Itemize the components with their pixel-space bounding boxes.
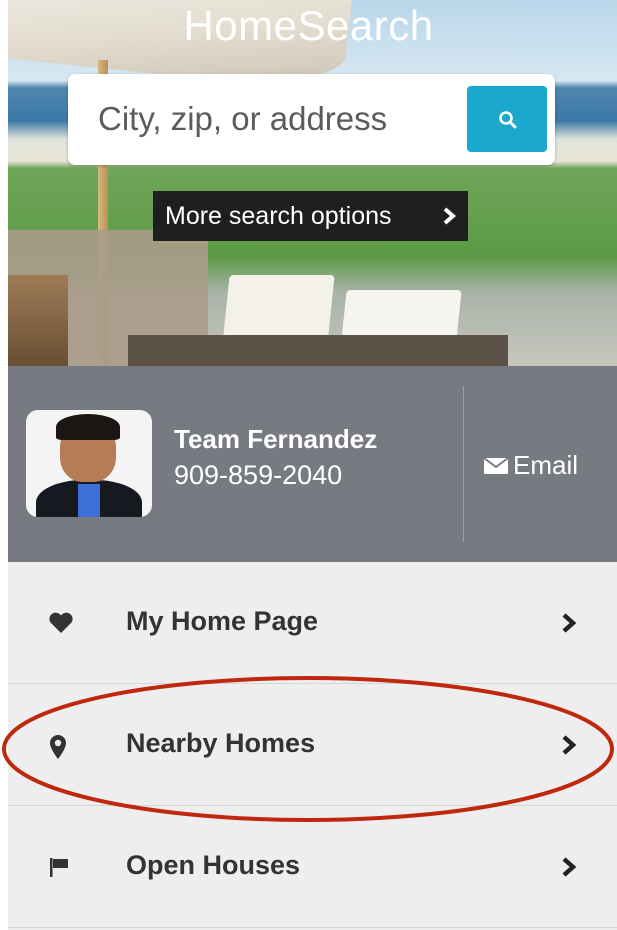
flag-icon <box>50 858 68 877</box>
agent-panel: Team Fernandez 909-859-2040 Email <box>8 366 617 562</box>
agent-phone-link[interactable]: 909-859-2040 <box>174 460 342 491</box>
deck-shape <box>128 335 508 366</box>
search-input[interactable] <box>98 94 458 144</box>
app-title: HomeSearch <box>183 2 434 49</box>
search-box <box>68 74 555 165</box>
plant-shape <box>8 275 68 366</box>
highlight-annotation <box>2 676 614 822</box>
envelope-icon <box>483 457 509 474</box>
email-button[interactable]: Email <box>483 450 578 481</box>
agent-avatar[interactable] <box>26 410 152 517</box>
search-icon <box>499 111 517 129</box>
menu-item-label: My Home Page <box>126 606 319 636</box>
divider <box>463 386 464 542</box>
menu-item-label: Open Houses <box>126 850 301 880</box>
agent-name: Team Fernandez <box>174 424 378 454</box>
email-label: Email <box>513 450 579 480</box>
more-search-options-label: More search options <box>165 202 392 230</box>
hero-image <box>8 0 617 366</box>
chevron-right-icon <box>443 207 456 225</box>
chevron-right-icon <box>562 857 577 877</box>
search-button[interactable] <box>467 86 547 152</box>
heart-icon <box>49 612 73 633</box>
more-search-options-button[interactable]: More search options <box>153 191 468 241</box>
menu-item-my-home-page[interactable]: My Home Page <box>8 562 617 684</box>
chevron-right-icon <box>562 613 577 633</box>
